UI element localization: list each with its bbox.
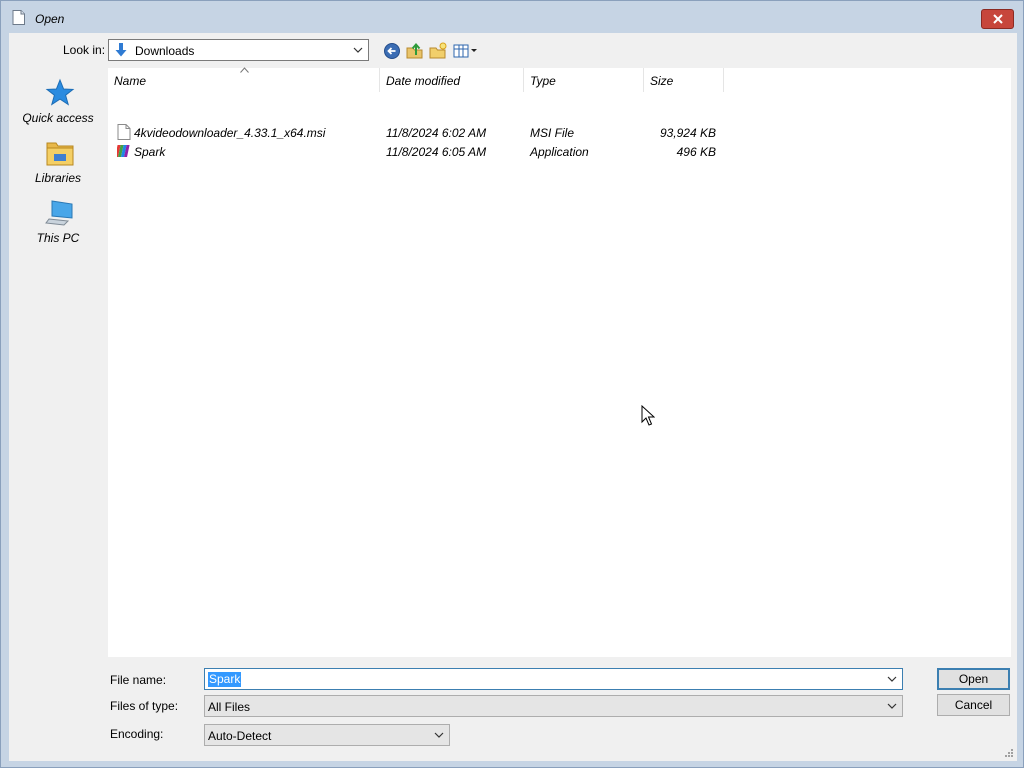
close-button[interactable]	[981, 9, 1014, 29]
file-row[interactable]: Spark 11/8/2024 6:05 AM Application 496 …	[108, 142, 748, 161]
back-icon	[384, 43, 400, 59]
new-folder-button[interactable]	[428, 41, 448, 61]
file-type-value: All Files	[208, 700, 251, 714]
place-label: This PC	[36, 231, 80, 245]
title-bar[interactable]: Open	[1, 1, 1023, 33]
application-icon	[117, 145, 130, 157]
column-header-label: Size	[650, 74, 674, 88]
file-type-label: Files of type:	[110, 699, 179, 713]
file-type: MSI File	[530, 126, 575, 140]
column-header-name[interactable]: Name	[108, 67, 380, 92]
chevron-down-icon	[434, 732, 444, 738]
column-header-label: Name	[114, 74, 147, 88]
window-title: Open	[35, 12, 65, 26]
file-name-value[interactable]: Spark	[208, 672, 242, 687]
look-in-dropdown[interactable]: Downloads	[108, 39, 369, 61]
libraries-icon	[46, 142, 74, 166]
column-header-type[interactable]: Type	[524, 68, 644, 92]
file-size: 496 KB	[676, 145, 716, 159]
file-type: Application	[530, 145, 589, 159]
resize-grip-icon[interactable]	[1003, 747, 1013, 757]
column-header-size[interactable]: Size	[644, 68, 724, 92]
look-in-value: Downloads	[135, 44, 195, 58]
view-menu-button[interactable]	[452, 41, 480, 61]
file-date: 11/8/2024 6:05 AM	[386, 145, 487, 159]
encoding-label: Encoding:	[110, 727, 164, 741]
place-label: Libraries	[34, 171, 82, 185]
sort-ascending-icon	[240, 67, 249, 73]
cancel-button[interactable]: Cancel	[937, 694, 1010, 716]
back-button[interactable]	[382, 41, 402, 61]
open-button[interactable]: Open	[937, 668, 1010, 690]
look-in-label: Look in:	[63, 43, 106, 57]
chevron-down-icon	[353, 47, 363, 53]
file-date: 11/8/2024 6:02 AM	[386, 126, 487, 140]
view-menu-icon	[453, 44, 477, 58]
file-size: 93,924 KB	[659, 126, 716, 140]
place-label: Quick access	[22, 111, 94, 125]
column-header-date[interactable]: Date modified	[380, 68, 524, 92]
column-header-label: Type	[530, 74, 556, 88]
dialog-client-area: Look in: Downloads Quick access Librarie…	[9, 33, 1017, 761]
file-name: 4kvideodownloader_4.33.1_x64.msi	[134, 126, 326, 140]
file-row[interactable]: 4kvideodownloader_4.33.1_x64.msi 11/8/20…	[108, 123, 748, 142]
chevron-down-icon	[887, 703, 897, 709]
up-folder-button[interactable]	[405, 41, 425, 61]
msi-file-icon	[117, 124, 131, 140]
new-folder-icon	[429, 42, 447, 59]
document-icon	[12, 10, 25, 25]
place-quick-access[interactable]: Quick access	[13, 77, 103, 133]
computer-icon	[45, 200, 73, 226]
encoding-select[interactable]: Auto-Detect	[204, 724, 450, 746]
place-this-pc[interactable]: This PC	[13, 197, 103, 253]
up-folder-icon	[406, 42, 423, 59]
place-libraries[interactable]: Libraries	[13, 137, 103, 193]
star-icon	[45, 78, 75, 106]
chevron-down-icon[interactable]	[886, 673, 898, 685]
file-list[interactable]: Name Date modified Type Size 4kvideodown…	[108, 67, 1011, 657]
open-dialog: Open Look in: Downloads Quick access Lib…	[0, 0, 1024, 768]
encoding-value: Auto-Detect	[208, 729, 272, 743]
mouse-cursor-icon	[641, 405, 655, 426]
places-bar: Quick access Libraries This PC	[13, 69, 103, 657]
downloads-arrow-icon	[115, 43, 127, 57]
file-name-combo[interactable]: Spark	[204, 668, 903, 690]
column-header-label: Date modified	[386, 74, 461, 88]
close-icon	[992, 14, 1003, 24]
file-name-label: File name:	[110, 673, 167, 687]
file-type-select[interactable]: All Files	[204, 695, 903, 717]
file-name: Spark	[134, 145, 166, 159]
